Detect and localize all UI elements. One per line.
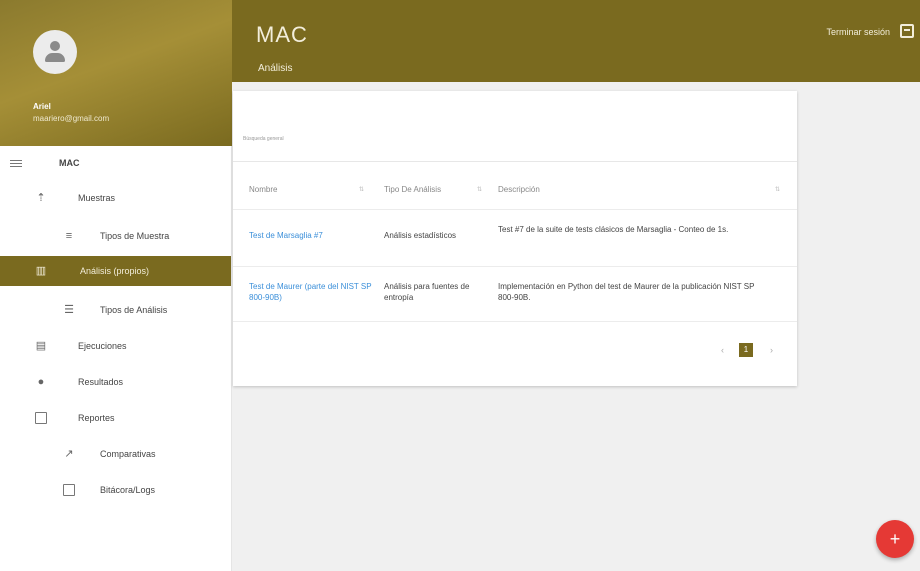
menu-icon[interactable] [10,158,22,170]
sidebar-item-bitacora[interactable]: Bitácora/Logs [0,475,231,505]
row-tipo: Análisis para fuentes de entropía [384,282,470,302]
row-nombre-link[interactable]: Test de Marsaglia #7 [249,230,377,241]
row-descripcion: Implementación en Python del test de Mau… [498,282,755,302]
sidebar-item-resultados[interactable]: ● Resultados [0,367,231,397]
sidebar-item-label: Tipos de Muestra [100,231,170,241]
search-underline [233,161,797,162]
page-button-1[interactable]: 1 [739,343,753,357]
sidebar-item-label: Muestras [78,193,116,203]
search-input[interactable]: Búsqueda general [243,136,284,142]
sidebar: Ariel maariero@gmail.com MAC ⇡ Muestras … [0,0,232,571]
sidebar-item-label: Comparativas [100,449,156,459]
logout-button[interactable]: Terminar sesión [826,27,890,37]
sort-icon[interactable]: ⇅ [477,186,482,193]
avatar[interactable] [33,30,77,74]
column-header-descripcion[interactable]: Descripción [498,185,540,194]
add-analysis-button[interactable]: + [876,520,914,558]
sidebar-header: Ariel maariero@gmail.com [0,0,232,146]
sidebar-item-label: Resultados [78,377,124,387]
sidebar-item-label: Tipos de Análisis [100,305,168,315]
next-page-icon[interactable]: › [770,345,773,355]
sort-icon[interactable]: ⇅ [359,186,364,193]
sidebar-item-label: MAC [59,158,80,168]
sidebar-item-label: Bitácora/Logs [100,485,156,495]
list-icon: ≡ [65,230,73,242]
sort-icon[interactable]: ⇅ [775,186,780,193]
check-circle-icon: ● [37,376,45,388]
prev-page-icon[interactable]: ‹ [721,345,724,355]
logout-icon[interactable] [900,24,914,38]
page-subtitle: Análisis [258,63,293,74]
row-tipo: Análisis estadísticos [384,231,457,240]
sidebar-item-label: Análisis (propios) [80,266,150,276]
upload-icon: ⇡ [36,192,46,204]
sidebar-item-muestras[interactable]: ⇡ Muestras [0,183,231,213]
sidebar-item-tipos-analisis[interactable]: ☰ Tipos de Análisis [0,295,231,325]
sidebar-item-label: Reportes [78,413,115,423]
trend-line-icon: ↗ [64,448,74,460]
sidebar-item-ejecuciones[interactable]: ▤ Ejecuciones [0,331,231,361]
avatar-head-icon [50,41,60,51]
avatar-body-icon [45,53,65,62]
user-name: Ariel [33,102,51,111]
sidebar-item-analisis[interactable]: ▥ Análisis (propios) [0,256,231,286]
row-divider [233,321,797,322]
reports-icon [35,412,47,424]
analysis-table-card: Búsqueda general Nombre ⇅ Tipo De Anális… [233,91,797,386]
sidebar-item-mac[interactable]: MAC [0,148,231,178]
row-divider [233,209,797,210]
grid-icon: ▥ [35,265,47,277]
log-icon [63,484,75,496]
sidebar-item-reportes[interactable]: Reportes [0,403,231,433]
column-header-tipo[interactable]: Tipo De Análisis [384,185,441,194]
row-nombre-link[interactable]: Test de Maurer (parte del NIST SP 800-90… [249,281,377,303]
column-header-nombre[interactable]: Nombre [249,185,277,194]
page-title: MAC [256,22,308,47]
list-detail-icon: ☰ [64,304,74,316]
user-email: maariero@gmail.com [33,114,110,123]
sidebar-item-comparativas[interactable]: ↗ Comparativas [0,439,231,469]
sidebar-item-label: Ejecuciones [78,341,127,351]
top-bar: MAC Análisis Terminar sesión [232,0,920,82]
printer-icon: ▤ [35,340,47,352]
sidebar-item-tipos-muestra[interactable]: ≡ Tipos de Muestra [0,221,231,251]
row-descripcion: Test #7 de la suite de tests clásicos de… [498,225,729,234]
row-divider [233,266,797,267]
